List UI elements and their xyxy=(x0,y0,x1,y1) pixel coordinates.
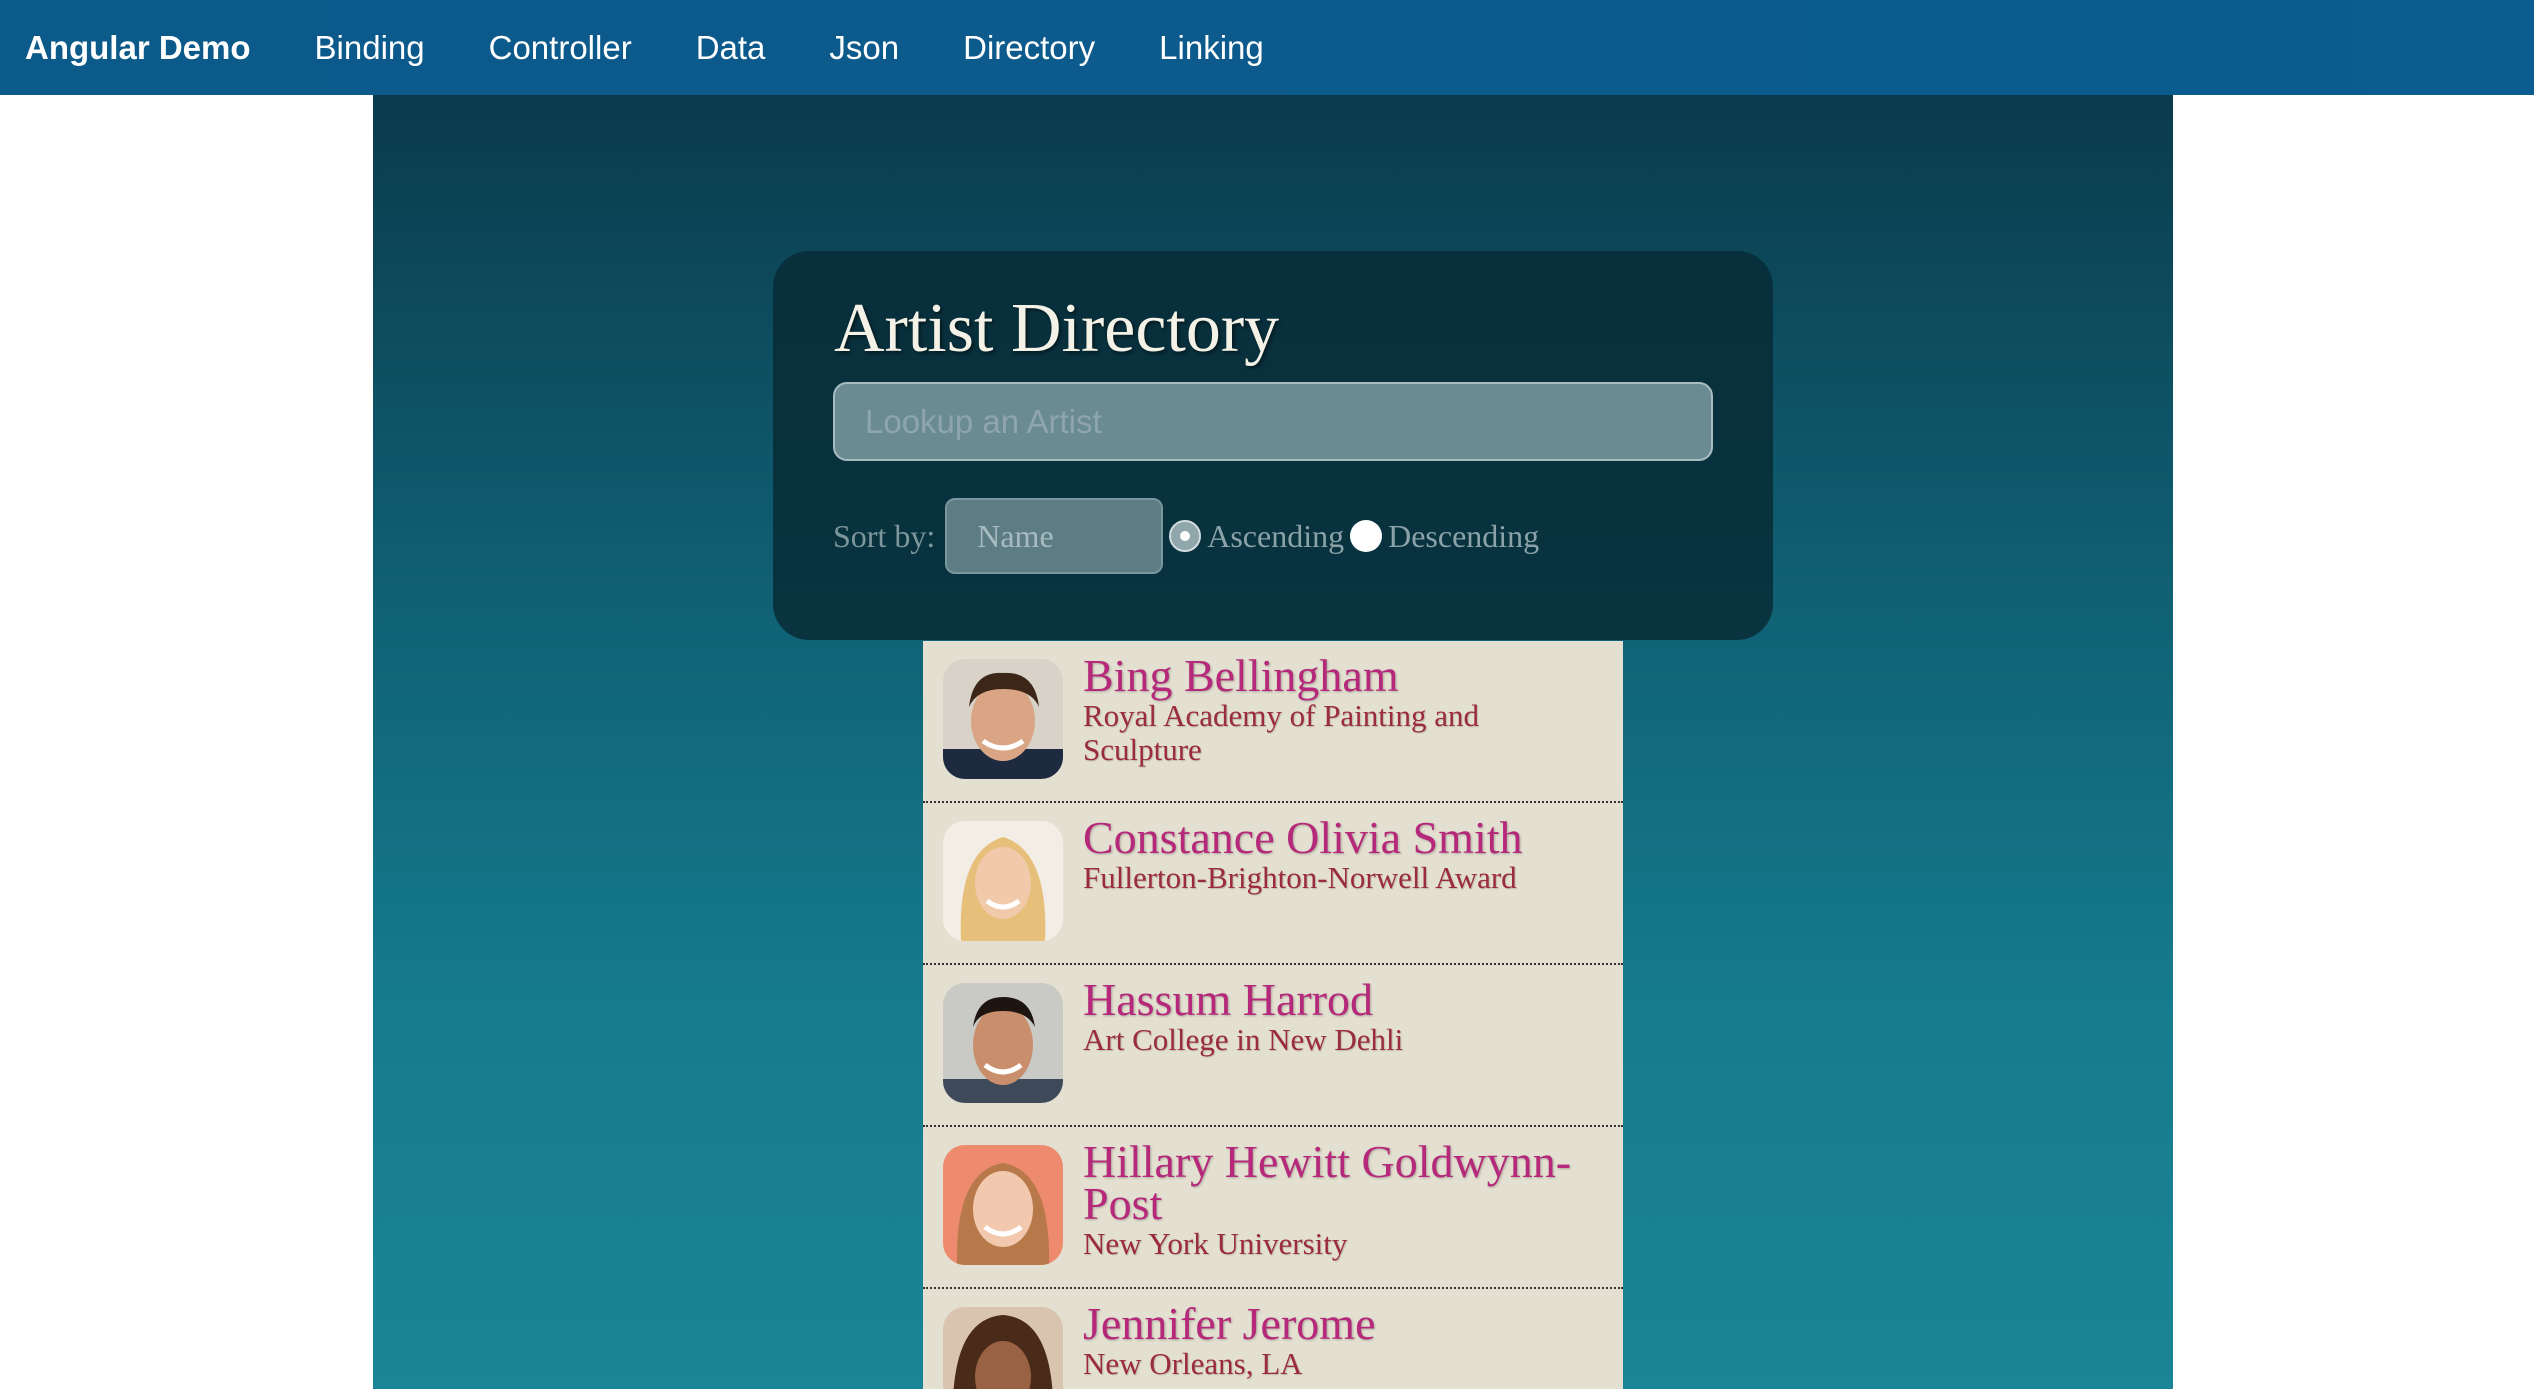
brand-link[interactable]: Angular Demo xyxy=(25,29,251,67)
sort-select[interactable]: Name xyxy=(945,498,1164,574)
descending-label: Descending xyxy=(1388,517,1540,554)
ascending-label: Ascending xyxy=(1207,517,1345,554)
artist-list: Bing Bellingham Royal Academy of Paintin… xyxy=(923,641,1623,1389)
artist-name: Hillary Hewitt Goldwynn-Post New York Un… xyxy=(1083,1139,1603,1261)
nav-link-data[interactable]: Data xyxy=(696,29,766,67)
nav-link-controller[interactable]: Controller xyxy=(489,29,632,67)
artist-search-input[interactable] xyxy=(833,382,1713,461)
artist-name: Jennifer Jerome New Orleans, LA xyxy=(1083,1301,1603,1381)
artist-school: Art College in New Dehli xyxy=(1083,1022,1404,1057)
nav-link-directory[interactable]: Directory xyxy=(963,29,1095,67)
artist-name: Hassum Harrod Art College in New Dehli xyxy=(1083,977,1603,1057)
artist-school: Royal Academy of Painting and Sculpture xyxy=(1083,698,1480,767)
list-item[interactable]: Hillary Hewitt Goldwynn-Post New York Un… xyxy=(923,1127,1623,1289)
avatar xyxy=(943,659,1063,779)
sort-controls: Sort by: Name Ascending Descending xyxy=(833,498,1545,574)
avatar xyxy=(943,1145,1063,1265)
search-panel: Artist Directory Sort by: Name Ascending… xyxy=(773,251,1773,640)
artist-name: Constance Olivia Smith Fullerton-Brighto… xyxy=(1083,815,1603,895)
list-item[interactable]: Jennifer Jerome New Orleans, LA xyxy=(923,1289,1623,1389)
list-item[interactable]: Hassum Harrod Art College in New Dehli xyxy=(923,965,1623,1127)
top-navbar: Angular Demo Binding Controller Data Jso… xyxy=(0,0,2534,95)
nav-link-binding[interactable]: Binding xyxy=(315,29,425,67)
list-item[interactable]: Constance Olivia Smith Fullerton-Brighto… xyxy=(923,803,1623,965)
nav-link-json[interactable]: Json xyxy=(829,29,899,67)
artist-school: New Orleans, LA xyxy=(1083,1346,1303,1381)
sort-label: Sort by: xyxy=(833,517,936,554)
artist-name: Bing Bellingham Royal Academy of Paintin… xyxy=(1083,653,1603,767)
ascending-radio[interactable] xyxy=(1169,520,1202,552)
avatar xyxy=(943,821,1063,941)
artist-school: Fullerton-Brighton-Norwell Award xyxy=(1083,860,1517,895)
nav-link-linking[interactable]: Linking xyxy=(1159,29,1264,67)
descending-radio[interactable] xyxy=(1350,520,1383,552)
artist-school: New York University xyxy=(1083,1226,1348,1261)
avatar xyxy=(943,1307,1063,1389)
main-content: Artist Directory Sort by: Name Ascending… xyxy=(373,95,2173,1389)
list-item[interactable]: Bing Bellingham Royal Academy of Paintin… xyxy=(923,641,1623,803)
avatar xyxy=(943,983,1063,1103)
page-title: Artist Directory xyxy=(834,290,1280,367)
